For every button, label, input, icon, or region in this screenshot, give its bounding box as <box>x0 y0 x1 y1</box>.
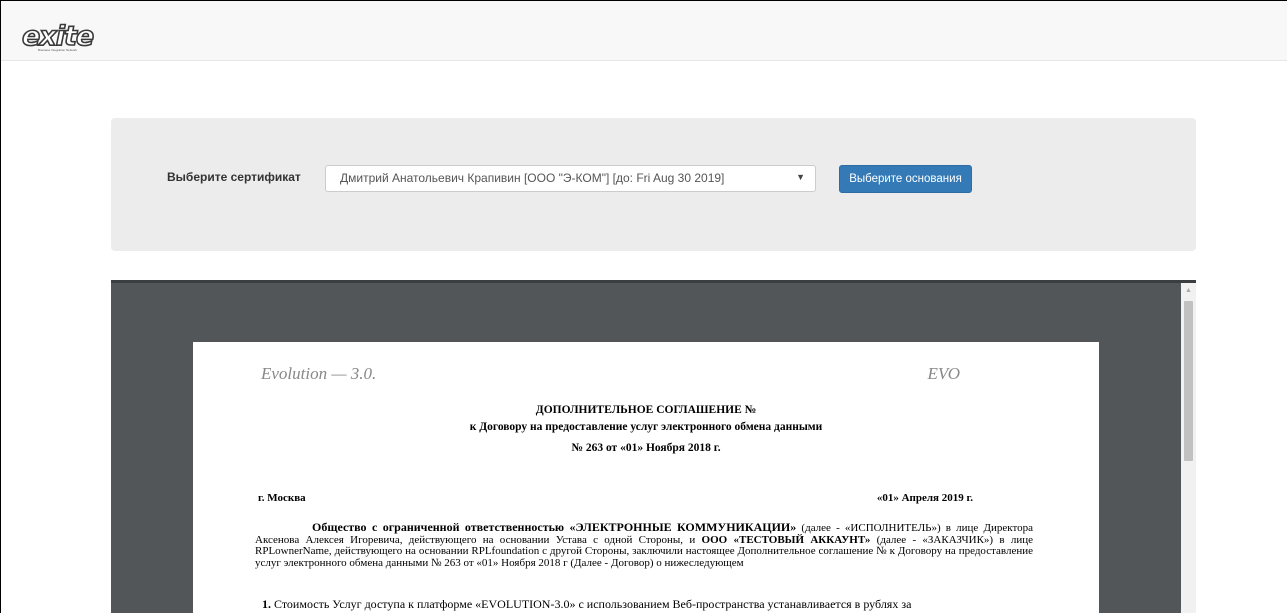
logo-subtitle: Business Integration Network <box>38 48 78 52</box>
item-1-text: Стоимость Услуг доступа к платформе «EVO… <box>271 597 912 611</box>
title-line-3: № 263 от «01» Ноября 2018 г. <box>571 442 721 454</box>
document-city: г. Москва <box>258 492 306 504</box>
certificate-panel: Выберите сертификат Дмитрий Анатольевич … <box>111 118 1196 251</box>
paragraph-bold-2: ООО «ТЕСТОВЫЙ АККАУНТ» <box>701 533 871 546</box>
choose-grounds-button[interactable]: Выберите основания <box>839 165 972 193</box>
paragraph-lead: Общество с ограниченной ответственностью… <box>312 520 797 534</box>
chevron-down-icon: ▼ <box>796 172 805 182</box>
document-date: «01» Апреля 2019 г. <box>876 492 973 504</box>
scrollbar-thumb[interactable] <box>1184 301 1193 461</box>
document-page: Evolution — 3.0. EVO ДОПОЛНИТЕЛЬНОЕ СОГЛ… <box>193 342 1099 613</box>
document-paragraph: Общество с ограниченной ответственностью… <box>255 520 1033 569</box>
logo-text: exite <box>21 20 95 52</box>
document-title: ДОПОЛНИТЕЛЬНОЕ СОГЛАШЕНИЕ № к Договору н… <box>193 402 1099 457</box>
item-1-number: 1. <box>262 597 271 611</box>
title-line-1: ДОПОЛНИТЕЛЬНОЕ СОГЛАШЕНИЕ № <box>535 404 757 416</box>
document-item-1: 1. Стоимость Услуг доступа к платформе «… <box>262 598 1034 611</box>
top-navbar: exite Business Integration Network <box>1 1 1287 61</box>
exite-logo[interactable]: exite Business Integration Network <box>21 20 95 52</box>
page-header-left: Evolution — 3.0. <box>261 364 377 383</box>
scroll-up-arrow-icon[interactable]: ▲ <box>1185 287 1192 294</box>
certificate-select-value: Дмитрий Анатольевич Крапивин [ООО "Э-КОМ… <box>340 171 725 185</box>
title-line-2: к Договору на предоставление услуг элект… <box>469 421 823 433</box>
document-viewer[interactable]: Evolution — 3.0. EVO ДОПОЛНИТЕЛЬНОЕ СОГЛ… <box>111 280 1196 613</box>
certificate-label: Выберите сертификат <box>167 170 301 184</box>
page-header-right: EVO <box>927 364 960 383</box>
viewer-scrollbar[interactable]: ▲ <box>1181 283 1196 613</box>
certificate-select[interactable]: Дмитрий Анатольевич Крапивин [ООО "Э-КОМ… <box>325 165 816 192</box>
